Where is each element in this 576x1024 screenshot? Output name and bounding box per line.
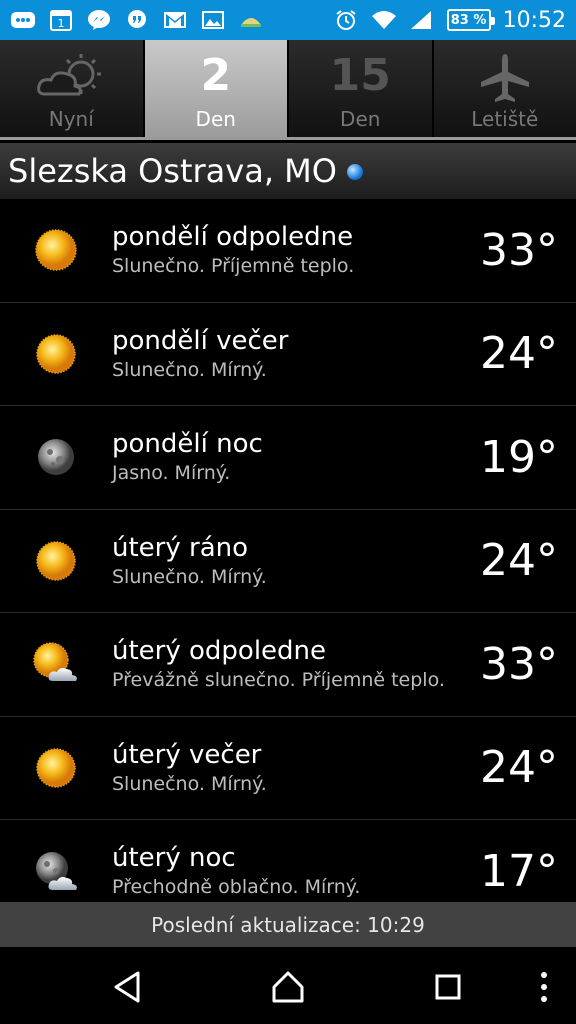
forecast-description: Přechodně oblačno. Mírný. [112,876,361,899]
home-button[interactable] [266,965,310,1009]
back-icon [114,971,140,1003]
moon-cloud-icon [0,844,112,898]
forecast-temperature: 24° [480,535,558,587]
forecast-row[interactable]: pondělí večer Slunečno. Mírný. 24° [0,303,576,406]
forecast-row[interactable]: úterý ráno Slunečno. Mírný. 24° [0,510,576,613]
airplane-icon [475,47,535,107]
recents-icon [435,974,461,1000]
forecast-period: pondělí večer [112,325,289,356]
gmail-icon [162,9,188,31]
more-vert-icon [541,972,547,1002]
forecast-row[interactable]: pondělí odpoledne Slunečno. Příjemně tep… [0,199,576,303]
location-name: Slezska Ostrava, MO [8,152,337,190]
forecast-temperature: 19° [480,431,558,483]
weather-app-icon [238,9,264,31]
messages-icon [10,9,36,31]
tab-number: 15 [329,50,391,101]
tab-label: Letiště [471,107,539,131]
last-update-text: Poslední aktualizace: 10:29 [151,912,425,937]
tab-label: Den [340,107,381,131]
forecast-temperature: 24° [480,328,558,380]
status-clock: 10:52 [502,7,566,33]
sun-cloud-icon [0,637,112,691]
tab-bar: Nyní 2 Den 15 Den Letiště [0,40,576,140]
forecast-period: pondělí odpoledne [112,222,354,253]
last-update-bar: Poslední aktualizace: 10:29 [0,902,576,947]
location-header[interactable]: Slezska Ostrava, MO [0,143,576,199]
notification-icons: 1 [10,9,264,31]
signal-icon [409,9,435,31]
forecast-temperature: 17° [480,845,558,897]
tab-airport[interactable]: Letiště [434,40,576,137]
location-dot-icon [346,164,363,180]
forecast-list[interactable]: pondělí odpoledne Slunečno. Příjemně tep… [0,199,576,902]
forecast-period: úterý večer [112,739,262,770]
forecast-row[interactable]: úterý večer Slunečno. Mírný. 24° [0,717,576,820]
status-bar: 1 83 % 10:52 [0,0,576,40]
forecast-temperature: 24° [480,742,558,794]
forecast-description: Jasno. Mírný. [112,462,231,485]
tab-label: Nyní [48,107,94,131]
forecast-description: Slunečno. Mírný. [112,358,267,381]
tab-15-days[interactable]: 15 Den [289,40,434,137]
alarm-icon [333,9,359,31]
gallery-icon [200,9,226,31]
sun-icon [0,534,112,588]
calendar-icon: 1 [48,9,74,31]
home-icon [272,971,304,1003]
forecast-description: Slunečno. Příjemně teplo. [112,255,355,278]
recents-button[interactable] [426,965,470,1009]
messenger-icon [86,9,112,31]
forecast-period: pondělí noc [112,429,263,460]
forecast-description: Slunečno. Mírný. [112,772,267,795]
wifi-icon [371,9,397,31]
partly-cloudy-icon [31,47,111,107]
forecast-row[interactable]: úterý noc Přechodně oblačno. Mírný. 17° [0,820,576,902]
sun-icon [0,223,112,277]
hangouts-icon [124,9,150,31]
forecast-row[interactable]: pondělí noc Jasno. Mírný. 19° [0,406,576,510]
moon-icon [0,430,112,484]
tab-now[interactable]: Nyní [0,40,145,137]
calendar-day: 1 [58,17,65,30]
sun-icon [0,327,112,381]
forecast-description: Převážně slunečno. Příjemně teplo. [112,669,445,692]
forecast-description: Slunečno. Mírný. [112,565,267,588]
forecast-period: úterý noc [112,843,236,874]
forecast-period: úterý odpoledne [112,636,327,667]
forecast-temperature: 33° [480,224,558,276]
tab-label: Den [195,107,236,131]
battery-indicator: 83 % [446,9,495,31]
sun-icon [0,741,112,795]
forecast-period: úterý ráno [112,532,249,563]
back-button[interactable] [106,965,150,1009]
tab-2-days[interactable]: 2 Den [144,40,289,137]
navigation-bar [0,947,576,1024]
tab-number: 2 [200,50,232,101]
forecast-temperature: 33° [480,638,558,690]
overflow-menu-button[interactable] [522,965,566,1009]
forecast-row[interactable]: úterý odpoledne Převážně slunečno. Příje… [0,613,576,717]
